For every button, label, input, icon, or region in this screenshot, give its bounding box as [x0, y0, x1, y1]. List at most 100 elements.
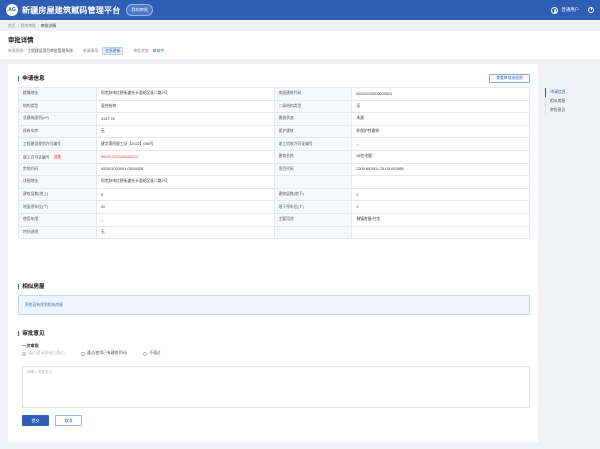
field-label: 二级结构类型 [273, 99, 353, 114]
status-badge: 审核中 [152, 49, 165, 53]
field-value-text: 城镇房屋/住宅 [356, 217, 381, 222]
field-value-text: 无 [100, 229, 105, 234]
field-value: -- [95, 212, 275, 227]
user-area[interactable]: 普通用户 [551, 6, 594, 14]
field-value-text: 65290103002000021 [356, 91, 393, 96]
breadcrumb-current: 审批详情 [40, 24, 57, 28]
field-label: 建筑层数(地下) [273, 187, 353, 202]
source-system: 来源系统: 工程建设项目审批管理系统 [8, 49, 73, 54]
breadcrumb-my-approval[interactable]: 我的审批 [21, 24, 36, 29]
approval-status: 审批状态: 审核中 [133, 49, 164, 54]
field-value: 2203-652901-75-03-002885 [351, 162, 530, 177]
anchor-opinion[interactable]: 审批意见 [546, 106, 566, 115]
table-row: 工程建设规划许可编号 建字第阿规工证【2022】056号 竣工验收许可证编号 -- [18, 137, 530, 151]
field-value: 3#住宅楼 [351, 149, 530, 164]
field-value: 3147.76 [95, 112, 275, 126]
changed-tag: 变更 [52, 153, 63, 160]
table-row: 楼幢地址 阿克苏市红桥街道托卡酒花区延二路2号 房屋建筑代码 652901030020… [18, 87, 530, 101]
table-row: 使用年限 -- 主要用途 城镇房屋/住宅 [18, 212, 530, 227]
field-value-text: 混合结构 [100, 103, 117, 108]
option-label: 通过(提请复核后通过) [28, 351, 65, 355]
table-row: 特别说明 无 [18, 225, 530, 240]
submit-button[interactable]: 提交 [22, 415, 49, 426]
view-flow-button[interactable]: 查看审批流程图 [489, 74, 530, 83]
user-name[interactable]: 普通用户 [561, 7, 579, 13]
field-value-text: 非保护性建筑 [356, 129, 380, 134]
option-pass-review[interactable]: 通过(提请复核后通过) [22, 351, 65, 356]
anchor-apply-info[interactable]: 申请信息 [545, 88, 566, 97]
field-value-text: 652901202208180201 [100, 154, 139, 159]
field-label [273, 225, 353, 240]
field-label-text: 房屋建筑代码 [278, 91, 302, 96]
status-label: 审批状态: [133, 49, 150, 53]
field-label-text: 楼幢地址 [23, 91, 39, 96]
apply-info-table: 楼幢地址 阿克苏市红桥街道托卡酒花区延二路2号 房屋建筑代码 652901030020… [18, 87, 530, 240]
field-label: 宗地代码 [18, 162, 97, 177]
field-label-text: 总建筑面积(m²) [23, 116, 49, 121]
approval-round-label: 一次审批 [22, 343, 39, 348]
field-label: 房屋建筑代码 [273, 87, 353, 101]
app-logo: AG [6, 4, 18, 16]
field-value: 65290103002000021 [351, 87, 530, 101]
field-label-text: 地面停车位(个) [23, 204, 49, 209]
breadcrumb-home[interactable]: 首页 [8, 24, 16, 29]
field-label-text: 所有车库 [23, 129, 39, 134]
my-approval-button[interactable]: 我的审批 [126, 4, 154, 16]
option-label: 通过(使用已有建筑代码) [86, 351, 128, 355]
breadcrumb: 首页 / 我的审批 / 审批详情 [8, 24, 56, 29]
field-value: 无 [95, 124, 275, 139]
field-value: 6 [95, 187, 275, 202]
field-value-text: -- [356, 142, 359, 147]
power-icon[interactable] [588, 6, 594, 13]
field-label-text: 使用年限 [23, 217, 39, 222]
table-row: 宗地代码 652901003001 GB00028 项目代码 2203-652901-… [18, 162, 530, 177]
field-label-text: 结构类型 [23, 103, 39, 108]
option-label: 不通过 [149, 351, 161, 355]
apply-type-tag: 信息更新 [102, 47, 124, 55]
radio-icon[interactable] [80, 351, 85, 356]
field-label-text: 建造状态 [278, 116, 294, 121]
table-row: 施工许可证编号 变更 652901202208180201 建筑名称 3#住宅楼 [18, 149, 530, 164]
breadcrumb-separator: / [17, 24, 19, 28]
approval-options: 通过(提请复核后通过) 通过(使用已有建筑代码) 不通过 [22, 351, 161, 356]
field-label-text: 建筑层数(地下) [278, 192, 304, 197]
field-label-text: 地下停车位(个) [278, 204, 304, 209]
field-label: 建筑层数(地上) [18, 187, 97, 202]
field-value-text: -- [100, 217, 104, 222]
no-related-houses-alert: 系统没有找到相似房屋 [18, 295, 530, 315]
field-value-text: 6 [100, 192, 103, 197]
option-pass-existing-code[interactable]: 通过(使用已有建筑代码) [80, 351, 128, 356]
field-value: 非保护性建筑 [351, 124, 530, 139]
anchor-related-houses[interactable]: 相似房屋 [546, 97, 566, 106]
field-value: 城镇房屋/住宅 [351, 212, 530, 227]
field-value [351, 225, 530, 240]
field-value: 无 [95, 225, 275, 240]
apply-type: 申请事项: 信息更新 [83, 47, 124, 55]
option-reject[interactable]: 不通过 [143, 351, 161, 356]
field-label: 所有车库 [18, 124, 97, 139]
field-value-text: 3#住宅楼 [356, 154, 372, 159]
section-related-houses: 相似房屋 [18, 282, 44, 290]
cancel-button[interactable]: 取消 [55, 415, 82, 426]
radio-icon[interactable] [22, 351, 26, 356]
radio-icon[interactable] [143, 351, 148, 356]
table-row: 详细地址 阿克苏市红桥街道托卡酒花区延二路2号 [18, 175, 530, 189]
opinion-textarea[interactable]: 请输入审批意见 [22, 366, 530, 408]
field-value: 阿克苏市红桥街道托卡酒花区延二路2号 [95, 87, 275, 101]
field-value-text: 阿克苏市红桥街道托卡酒花区延二路2号 [100, 91, 168, 96]
field-value: 未建 [351, 112, 530, 126]
field-label: 楼幢地址 [18, 87, 97, 101]
field-value: 0 [351, 200, 530, 214]
field-label-text: 保护建筑 [278, 129, 294, 134]
field-label: 主要用途 [273, 212, 353, 227]
field-label: 总建筑面积(m²) [18, 112, 97, 126]
field-value: 20 [95, 200, 275, 214]
app-title: 新疆房屋建筑赋码管理平台 [22, 5, 121, 15]
source-system-value: 工程建设项目审批管理系统 [27, 49, 73, 53]
field-value-text: 2203-652901-75-03-002885 [356, 167, 404, 172]
field-value: 无 [351, 99, 530, 114]
detail-card: 申请信息 查看审批流程图 楼幢地址 阿克苏市红桥街道托卡酒花区延二路2号 房屋建筑代… [8, 64, 538, 442]
anchor-nav: 申请信息 相似房屋 审批意见 [545, 88, 566, 115]
field-value-text: 未建 [356, 116, 364, 121]
field-label-text: 建筑名称 [278, 154, 294, 159]
